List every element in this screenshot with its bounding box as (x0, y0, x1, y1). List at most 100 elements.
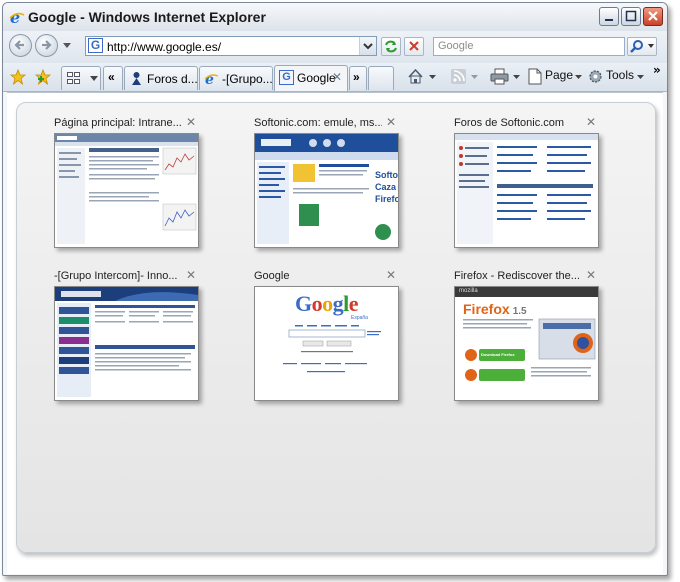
quick-tabs-view: Página principal: Intrane... ✕ Softonic.… (7, 92, 663, 574)
maximize-button[interactable] (621, 7, 641, 26)
scroll-tabs-left-button[interactable]: « (103, 66, 123, 90)
search-placeholder: Google (438, 40, 474, 52)
double-chevron-left-icon: « (108, 70, 115, 84)
refresh-button[interactable] (381, 37, 401, 56)
tools-dropdown-icon[interactable] (637, 75, 644, 80)
minimize-button[interactable] (599, 7, 619, 26)
ie-page-icon: e (204, 72, 219, 86)
quick-tabs-panel: Página principal: Intrane... ✕ Softonic.… (16, 102, 656, 553)
tab-list-dropdown-icon (90, 76, 98, 81)
ie7-window: e Google - Windows Internet Explorer G h… (2, 2, 668, 576)
tab-row: « Foros d... e -[Grupo... G Google ✕ » P… (3, 63, 667, 92)
window-title: Google - Windows Internet Explorer (28, 9, 266, 25)
scroll-tabs-right-button[interactable]: » (349, 66, 367, 90)
intranet-page-thumbnail (55, 134, 198, 244)
mozilla-header: mozilla (455, 287, 598, 297)
close-tab-icon[interactable]: ✕ (386, 268, 396, 282)
google-logo: Google (294, 291, 359, 316)
tools-menu-label[interactable]: Tools (606, 68, 634, 86)
close-tab-icon[interactable]: ✕ (186, 115, 196, 129)
add-favorites-icon[interactable] (35, 69, 51, 85)
svg-text:e: e (205, 72, 214, 86)
google-search-form (283, 325, 381, 373)
page-thumbnail[interactable]: Google España (254, 286, 399, 401)
quick-tab-title: Página principal: Intrane... (54, 117, 182, 129)
print-icon[interactable] (490, 68, 509, 85)
address-url[interactable]: http://www.google.es/ (107, 40, 221, 54)
close-tab-icon[interactable]: ✕ (386, 115, 396, 129)
back-arrow-icon (14, 40, 24, 50)
softonic-home-thumbnail: Softo Caza v Firefo (255, 134, 398, 244)
refresh-icon (385, 40, 397, 53)
double-chevron-right-icon: » (353, 70, 360, 84)
new-tab-button[interactable] (368, 66, 394, 90)
search-button[interactable] (627, 37, 657, 56)
home-dropdown-icon[interactable] (429, 75, 436, 80)
close-tab-icon[interactable]: ✕ (186, 268, 196, 282)
close-icon (648, 11, 658, 21)
firefox-headline: Firefox 1.5 (463, 301, 527, 317)
forward-arrow-icon (42, 40, 52, 50)
page-menu-label[interactable]: Page (545, 68, 573, 86)
home-icon[interactable] (407, 68, 424, 85)
tab-label: Google (297, 71, 336, 85)
tab-label: Foros d... (147, 72, 198, 86)
ie-logo-icon: e (9, 9, 25, 25)
page-thumbnail[interactable] (454, 133, 599, 248)
close-tab-icon[interactable]: ✕ (586, 268, 596, 282)
google-g-icon: G (279, 70, 294, 85)
stop-icon (409, 41, 419, 51)
stop-button[interactable] (404, 37, 424, 56)
page-thumbnail[interactable] (54, 133, 199, 248)
quick-tab-title: Google (254, 270, 290, 282)
page-thumbnail[interactable] (54, 286, 199, 401)
minimize-icon (605, 19, 613, 21)
quick-tabs-button[interactable] (61, 66, 101, 90)
maximize-icon (625, 10, 637, 22)
download-firefox-button: Download Firefox (481, 352, 515, 357)
firefox-title: Firefox (463, 301, 510, 317)
search-icon (630, 40, 654, 53)
feeds-dropdown-icon[interactable] (471, 75, 478, 80)
back-button[interactable] (9, 34, 32, 57)
page-thumbnail[interactable]: Softo Caza v Firefo (254, 133, 399, 248)
title-bar: e Google - Windows Internet Explorer (3, 3, 667, 31)
firefox-page-body (463, 318, 596, 381)
mozilla-site-name: mozilla (459, 288, 478, 294)
gear-icon (589, 70, 602, 83)
address-bar[interactable]: G http://www.google.es/ (85, 36, 377, 56)
close-window-button[interactable] (643, 7, 663, 26)
address-dropdown-button[interactable] (359, 37, 376, 55)
google-favicon-icon: G (88, 38, 103, 53)
toolbar-overflow-icon[interactable]: » (653, 63, 661, 77)
quick-tab-title: Softonic.com: emule, ms... (254, 117, 382, 129)
softonic-forum-icon (132, 72, 141, 85)
tab-google[interactable]: G Google ✕ (274, 65, 348, 91)
page-dropdown-icon[interactable] (575, 75, 582, 80)
navigation-bar: G http://www.google.es/ Google (3, 31, 667, 63)
history-dropdown-icon[interactable] (63, 43, 71, 49)
close-tab-icon[interactable]: ✕ (332, 70, 342, 84)
search-box[interactable]: Google (433, 37, 625, 56)
svg-text:Firefo: Firefo (375, 194, 398, 204)
quick-tab-title: -[Grupo Intercom]- Inno... (54, 270, 178, 282)
quick-tabs-icon (67, 72, 80, 84)
svg-text:Softo: Softo (375, 170, 398, 180)
tab-foros[interactable]: Foros d... (124, 66, 198, 90)
tab-grupo[interactable]: e -[Grupo... (199, 66, 273, 90)
feeds-icon[interactable] (450, 68, 467, 85)
svg-text:Caza v: Caza v (375, 182, 398, 192)
tab-label: -[Grupo... (222, 72, 273, 86)
grupo-intercom-thumbnail (55, 287, 198, 397)
forward-button[interactable] (35, 34, 58, 57)
google-logo-subtitle: España (351, 315, 368, 321)
quick-tab-title: Firefox - Rediscover the... (454, 270, 580, 282)
firefox-version: 1.5 (512, 306, 527, 317)
softonic-forums-thumbnail (455, 134, 598, 244)
print-dropdown-icon[interactable] (513, 75, 520, 80)
close-tab-icon[interactable]: ✕ (586, 115, 596, 129)
page-icon (528, 68, 542, 85)
page-thumbnail[interactable]: mozilla Firefox 1.5 Download Firefox (454, 286, 599, 401)
favorites-star-icon[interactable] (10, 69, 26, 85)
quick-tab-title: Foros de Softonic.com (454, 117, 565, 129)
